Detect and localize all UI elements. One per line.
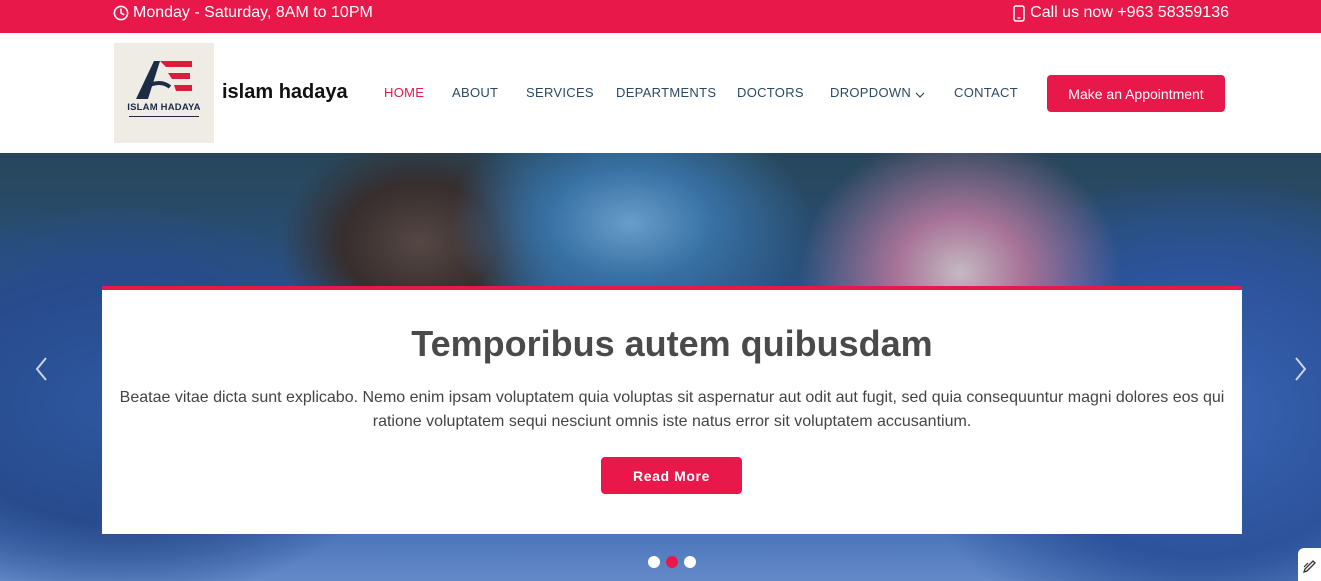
pen-icon xyxy=(1302,560,1316,574)
hero-carousel: Temporibus autem quibusdam Beatae vitae … xyxy=(0,153,1321,581)
make-appointment-button[interactable]: Make an Appointment xyxy=(1047,75,1225,112)
slide-content-card: Temporibus autem quibusdam Beatae vitae … xyxy=(102,286,1242,534)
logo-caption: ISLAM HADAYA xyxy=(127,102,201,113)
phone-icon xyxy=(1013,4,1025,22)
nav-services[interactable]: SERVICES xyxy=(526,85,594,100)
carousel-prev-icon[interactable] xyxy=(30,354,54,384)
slide-title: Temporibus autem quibusdam xyxy=(411,323,933,364)
carousel-dot-3[interactable] xyxy=(684,556,696,568)
site-logo[interactable]: ISLAM HADAYA xyxy=(114,43,214,143)
read-more-button[interactable]: Read More xyxy=(601,457,742,494)
phone-contact[interactable]: Call us now +963 58359136 xyxy=(1013,4,1229,22)
carousel-next-icon[interactable] xyxy=(1288,354,1312,384)
carousel-dot-1[interactable] xyxy=(648,556,660,568)
site-header: ISLAM HADAYA islam hadaya HOME ABOUT SER… xyxy=(0,33,1321,153)
nav-dropdown[interactable]: DROPDOWN xyxy=(830,85,925,101)
nav-contact[interactable]: CONTACT xyxy=(954,85,1018,100)
top-info-bar: Monday - Saturday, 8AM to 10PM Call us n… xyxy=(0,0,1321,33)
logo-mark-icon xyxy=(136,61,192,99)
nav-home[interactable]: HOME xyxy=(384,85,424,100)
nav-departments[interactable]: DEPARTMENTS xyxy=(616,85,716,100)
nav-doctors[interactable]: DOCTORS xyxy=(737,85,804,100)
clock-icon xyxy=(113,5,129,21)
chevron-down-icon xyxy=(915,86,925,101)
site-name[interactable]: islam hadaya xyxy=(222,81,348,104)
carousel-indicators xyxy=(648,556,696,568)
opening-hours-text: Monday - Saturday, 8AM to 10PM xyxy=(133,4,373,21)
floating-widget[interactable] xyxy=(1298,548,1321,581)
opening-hours: Monday - Saturday, 8AM to 10PM xyxy=(113,4,373,22)
carousel-dot-2[interactable] xyxy=(666,556,678,568)
slide-description: Beatae vitae dicta sunt explicabo. Nemo … xyxy=(119,389,1225,430)
nav-dropdown-label: DROPDOWN xyxy=(830,85,912,100)
logo-underline xyxy=(129,116,199,117)
phone-text: Call us now +963 58359136 xyxy=(1030,4,1229,21)
nav-about[interactable]: ABOUT xyxy=(452,85,498,100)
